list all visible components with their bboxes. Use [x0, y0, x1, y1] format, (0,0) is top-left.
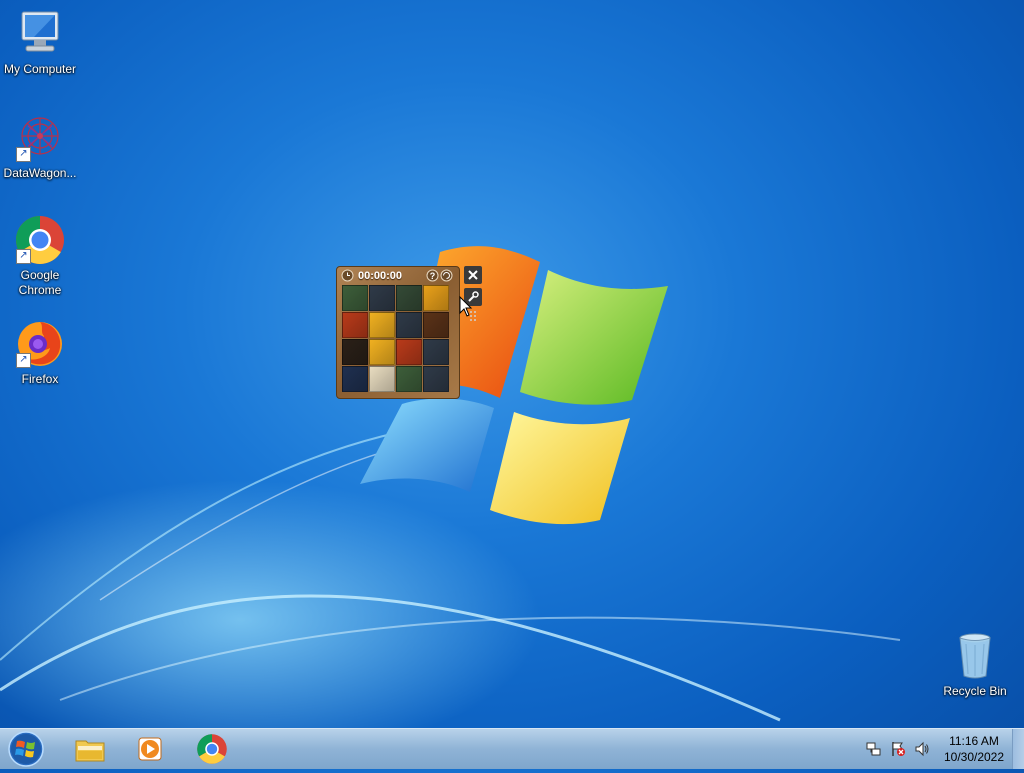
- mouse-cursor-icon: [459, 296, 473, 317]
- close-icon[interactable]: [464, 266, 482, 284]
- taskbar-chrome-button[interactable]: [190, 731, 234, 767]
- timer-icon: [341, 269, 354, 285]
- network-icon[interactable]: [866, 741, 882, 757]
- computer-icon: [21, 11, 59, 52]
- puzzle-tile[interactable]: [369, 312, 395, 338]
- desktop-icon-datawagon[interactable]: ↗ DataWagon...: [0, 112, 80, 181]
- puzzle-tile[interactable]: [396, 366, 422, 392]
- gadget-header: 00:00:00 ?: [340, 268, 454, 284]
- shuffle-icon[interactable]: [440, 269, 453, 285]
- recycle-bin-icon: [959, 633, 991, 679]
- desktop-icon-label: Google Chrome: [18, 268, 62, 297]
- puzzle-tile[interactable]: [342, 366, 368, 392]
- puzzle-tile[interactable]: [423, 312, 449, 338]
- desktop-icon-label: My Computer: [3, 62, 77, 76]
- puzzle-tile[interactable]: [423, 285, 449, 311]
- show-desktop-button[interactable]: [1012, 729, 1024, 769]
- help-icon[interactable]: ?: [426, 269, 439, 285]
- taskbar-media-player-button[interactable]: [128, 731, 172, 767]
- start-button[interactable]: [6, 730, 46, 768]
- clock-time: 11:16 AM: [949, 734, 999, 748]
- puzzle-tile[interactable]: [342, 285, 368, 311]
- svg-text:?: ?: [430, 271, 436, 281]
- taskbar-explorer-button[interactable]: [68, 731, 112, 767]
- puzzle-tile[interactable]: [342, 339, 368, 365]
- puzzle-tile[interactable]: [423, 366, 449, 392]
- puzzle-tile[interactable]: [423, 339, 449, 365]
- shortcut-arrow-icon: ↗: [16, 249, 31, 264]
- taskbar: 11:16 AM 10/30/2022: [0, 728, 1024, 769]
- desktop-icon-label: Recycle Bin: [943, 684, 1007, 698]
- puzzle-tile[interactable]: [369, 285, 395, 311]
- volume-icon[interactable]: [914, 741, 930, 757]
- desktop-icon-label: DataWagon...: [3, 166, 77, 180]
- desktop-wallpaper: [0, 246, 901, 728]
- media-player-icon: [138, 737, 162, 761]
- puzzle-tile[interactable]: [396, 339, 422, 365]
- action-center-icon[interactable]: [890, 741, 906, 757]
- shortcut-arrow-icon: ↗: [16, 147, 31, 162]
- taskbar-clock[interactable]: 11:16 AM 10/30/2022: [942, 733, 1006, 765]
- desktop-icon-my-computer[interactable]: My Computer: [0, 8, 80, 77]
- chrome-icon: [197, 734, 227, 764]
- desktop-icon-firefox[interactable]: ↗ Firefox: [0, 318, 80, 387]
- puzzle-board[interactable]: [342, 285, 452, 393]
- puzzle-timer: 00:00:00: [358, 270, 403, 282]
- slide-puzzle-gadget[interactable]: 00:00:00 ?: [336, 266, 482, 399]
- shortcut-arrow-icon: ↗: [16, 353, 31, 368]
- desktop-icon-label: Firefox: [21, 372, 59, 386]
- desktop-icon-google-chrome[interactable]: ↗ Google Chrome: [0, 214, 80, 298]
- clock-date: 10/30/2022: [943, 750, 1005, 764]
- puzzle-tile[interactable]: [396, 285, 422, 311]
- puzzle-tile[interactable]: [396, 312, 422, 338]
- windows-start-icon: [8, 731, 44, 767]
- desktop-icon-recycle-bin[interactable]: Recycle Bin: [935, 630, 1015, 699]
- puzzle-tile[interactable]: [342, 312, 368, 338]
- folder-icon: [75, 740, 105, 762]
- puzzle-tile[interactable]: [369, 366, 395, 392]
- puzzle-tile[interactable]: [369, 339, 395, 365]
